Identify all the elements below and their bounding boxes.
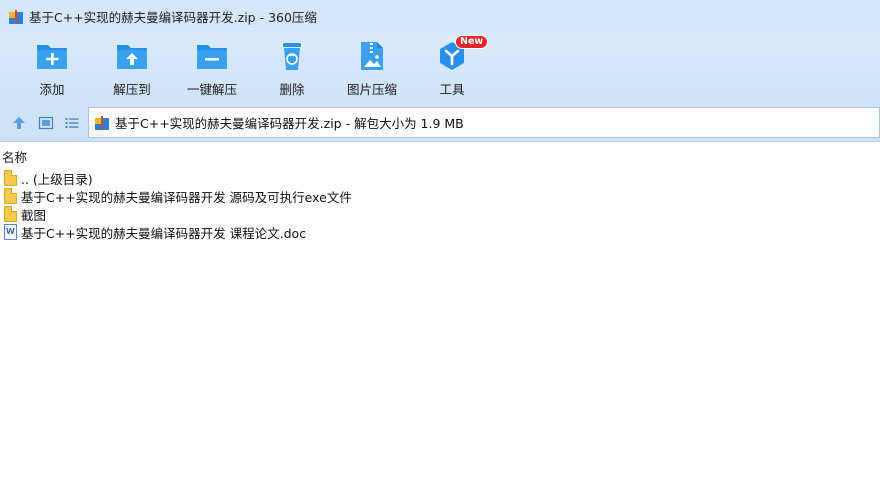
- window-title: 基于C++实现的赫夫曼编译码器开发.zip - 360压缩: [29, 10, 317, 25]
- extract-to-icon: [115, 39, 149, 73]
- file-list: 名称 .. (上级目录) 基于C++实现的赫夫曼编译码器开发 源码及可执行exe…: [0, 146, 880, 486]
- thumbnail-view-icon: [38, 116, 54, 130]
- new-badge: New: [455, 35, 489, 49]
- archive-app-icon: [8, 9, 24, 25]
- file-name: .. (上级目录): [21, 171, 93, 187]
- arrow-up-icon: [13, 117, 25, 129]
- extract-to-button[interactable]: 解压到: [94, 39, 170, 99]
- tools-label: 工具: [439, 82, 465, 97]
- image-compress-label: 图片压缩: [346, 82, 397, 97]
- column-header-name[interactable]: 名称: [0, 146, 880, 166]
- folder-icon: [4, 188, 17, 204]
- file-name: 基于C++实现的赫夫曼编译码器开发 源码及可执行exe文件: [21, 189, 352, 205]
- title-bar: 基于C++实现的赫夫曼编译码器开发.zip - 360压缩: [0, 0, 880, 33]
- one-click-extract-icon: [195, 39, 229, 73]
- word-doc-icon: [4, 224, 17, 240]
- image-compress-button[interactable]: 图片压缩: [334, 39, 410, 99]
- list-view-icon: [65, 118, 79, 128]
- image-compress-icon: [355, 39, 389, 73]
- one-click-extract-label: 一键解压: [186, 82, 237, 97]
- tools-icon: New: [435, 35, 489, 73]
- toolbar: 添加 解压到 一键解压 删除 图片压缩 New 工具: [0, 33, 880, 105]
- list-view-button[interactable]: [62, 113, 82, 133]
- app-window: 基于C++实现的赫夫曼编译码器开发.zip - 360压缩 添加 解压到 一键解…: [0, 0, 880, 486]
- address-bar: 基于C++实现的赫夫曼编译码器开发.zip - 解包大小为 1.9 MB: [0, 105, 880, 142]
- trash-icon: [275, 39, 309, 73]
- folder-icon: [4, 206, 17, 222]
- one-click-extract-button[interactable]: 一键解压: [174, 39, 250, 99]
- folder-icon: [4, 170, 17, 186]
- thumbnail-view-button[interactable]: [36, 113, 56, 133]
- list-item-parent-dir[interactable]: .. (上级目录): [0, 169, 880, 187]
- list-item-paper-doc[interactable]: 基于C++实现的赫夫曼编译码器开发 课程论文.doc: [0, 223, 880, 241]
- add-button[interactable]: 添加: [14, 39, 90, 99]
- up-level-button[interactable]: [9, 113, 29, 133]
- extract-to-label: 解压到: [113, 82, 151, 97]
- add-folder-icon: [35, 39, 69, 73]
- delete-label: 删除: [279, 82, 305, 97]
- delete-button[interactable]: 删除: [254, 39, 330, 99]
- file-name: 基于C++实现的赫夫曼编译码器开发 课程论文.doc: [21, 225, 307, 241]
- file-name: 截图: [21, 207, 47, 223]
- archive-file-icon: [94, 115, 110, 131]
- list-item-source-folder[interactable]: 基于C++实现的赫夫曼编译码器开发 源码及可执行exe文件: [0, 187, 880, 205]
- list-item-screenshots-folder[interactable]: 截图: [0, 205, 880, 223]
- column-header-label: 名称: [2, 149, 28, 165]
- tools-button[interactable]: New 工具: [414, 35, 490, 99]
- path-text: 基于C++实现的赫夫曼编译码器开发.zip - 解包大小为 1.9 MB: [115, 116, 464, 131]
- path-field[interactable]: 基于C++实现的赫夫曼编译码器开发.zip - 解包大小为 1.9 MB: [88, 107, 880, 138]
- add-label: 添加: [39, 82, 65, 97]
